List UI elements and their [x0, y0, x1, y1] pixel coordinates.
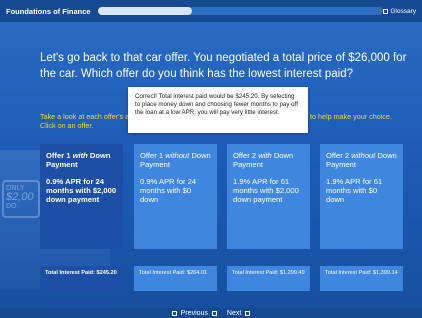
glossary-icon — [383, 8, 389, 14]
bottom-nav-bar: Previous Next — [0, 308, 422, 318]
previous-icon-right — [211, 310, 217, 316]
next-label: Next — [226, 309, 242, 317]
offer-card-1[interactable]: Offer 1 with Down Payment 0.9% APR for 2… — [40, 144, 123, 249]
offer-name: Offer 2 without Down Payment — [326, 151, 397, 169]
next-icon — [245, 310, 251, 316]
progress-bar — [98, 7, 383, 15]
offer-card-3[interactable]: Offer 2 with Down Payment 1.9% APR for 6… — [227, 144, 310, 249]
top-bar: Foundations of Finance Glossary — [0, 0, 422, 22]
background-sign: ONLY $2,00 DO — [2, 180, 40, 218]
offer-detail: 1.9% APR for 61 months with $2,000 down … — [233, 177, 299, 204]
offer-result-1: Total Interest Paid: $245.20 — [40, 266, 123, 291]
glossary-button[interactable]: Glossary — [383, 8, 416, 15]
question-text: Let's go back to that car offer. You neg… — [40, 52, 407, 80]
offer-name: Offer 1 without Down Payment — [140, 151, 211, 169]
offer-result-3: Total Interest Paid: $1,299.49 — [227, 266, 310, 291]
offer-card-4[interactable]: Offer 2 without Down Payment 1.9% APR fo… — [320, 144, 403, 249]
offer-result-2: Total Interest Paid: $264.01 — [134, 266, 217, 291]
sign-price: $2,00 — [6, 191, 34, 203]
offer-detail: 0.9% APR for 24 months with $2,000 down … — [46, 177, 117, 204]
progress-fill — [98, 7, 193, 15]
offer-name: Offer 1 with Down Payment — [46, 151, 111, 169]
previous-button[interactable]: Previous — [171, 309, 217, 317]
instruction-text-right: ent to help make your choice. — [298, 112, 392, 121]
offer-result-4: Total Interest Paid: $1,399.14 — [320, 266, 403, 291]
offer-card-2[interactable]: Offer 1 without Down Payment 0.9% APR fo… — [134, 144, 217, 249]
glossary-label: Glossary — [390, 7, 416, 15]
previous-icon — [171, 310, 177, 316]
offer-detail: 1.9% APR for 61 months with $0 down — [326, 177, 383, 204]
next-button[interactable]: Next — [226, 309, 251, 317]
offer-detail: 0.9% APR for 24 months with $0 down — [140, 177, 197, 204]
sign-text-2: DO — [6, 203, 17, 210]
previous-label: Previous — [180, 309, 208, 317]
course-title: Foundations of Finance — [6, 6, 91, 16]
offer-name: Offer 2 with Down Payment — [233, 151, 294, 169]
feedback-popup: Correct! Total interest paid would be $2… — [128, 87, 308, 133]
